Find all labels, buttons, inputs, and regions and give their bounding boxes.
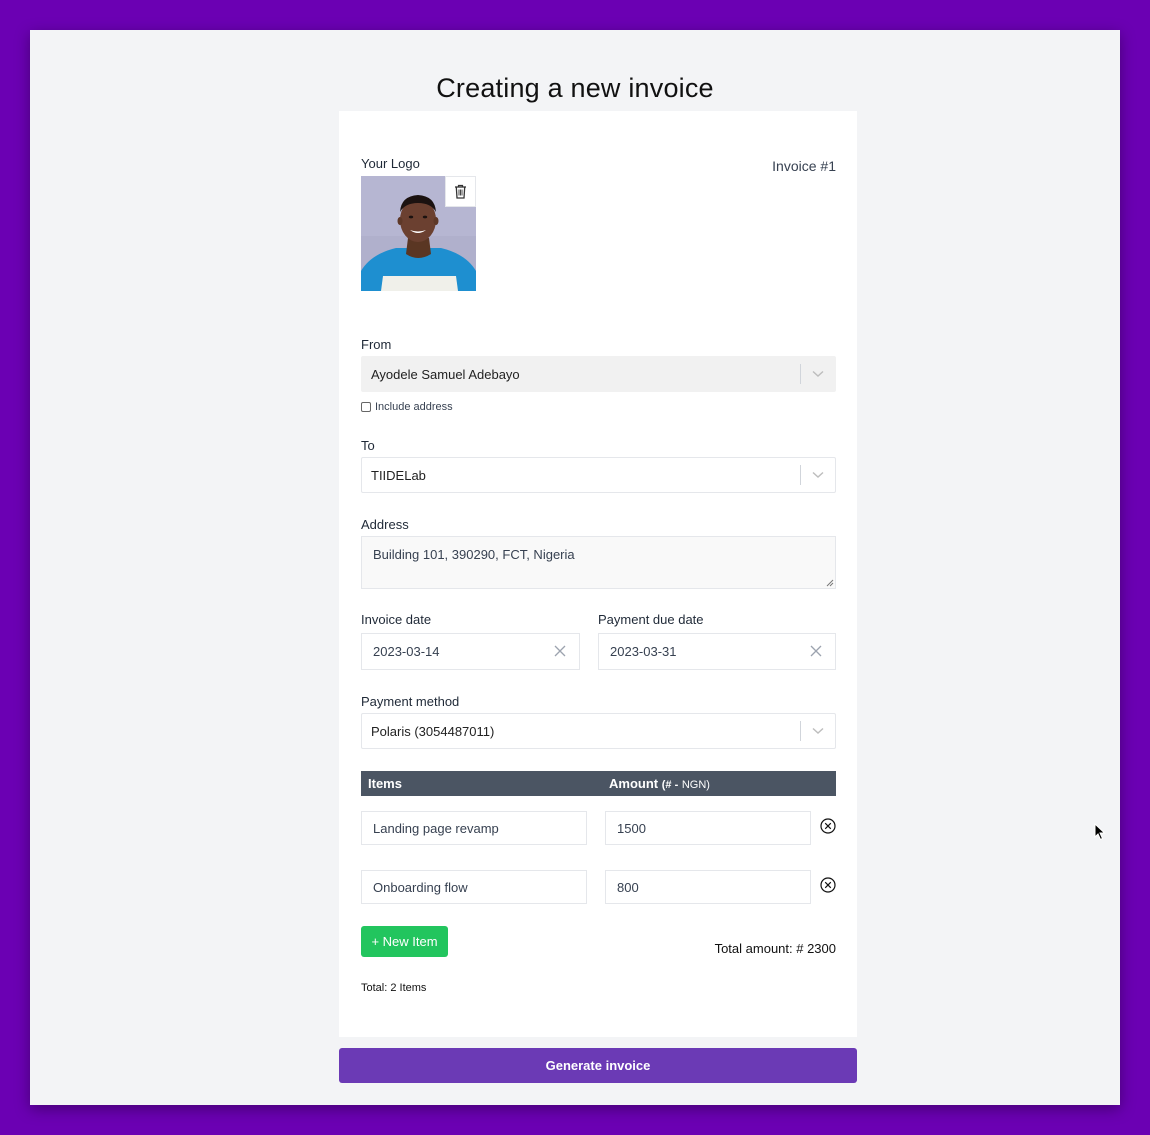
mouse-cursor-icon [1094, 823, 1106, 841]
item-name-input[interactable]: Landing page revamp [361, 811, 587, 845]
item-name-value: Onboarding flow [373, 879, 468, 895]
item-amount-input[interactable]: 800 [605, 870, 811, 904]
include-address-checkbox[interactable] [361, 402, 371, 412]
page: Creating a new invoice Your Logo Invoice… [30, 30, 1120, 1105]
payment-method-value: Polaris (3054487011) [371, 723, 495, 739]
amount-currency-symbol: (# - [661, 779, 679, 791]
to-select[interactable]: TIIDELab [361, 457, 836, 493]
logo-image[interactable] [361, 176, 476, 291]
total-amount: Total amount: # 2300 [714, 941, 836, 956]
from-select[interactable]: Ayodele Samuel Adebayo [361, 356, 836, 392]
chevron-down-icon[interactable] [801, 370, 835, 378]
address-value: Building 101, 390290, FCT, Nigeria [373, 547, 575, 562]
invoice-date-label: Invoice date [361, 612, 432, 627]
remove-item-icon[interactable] [820, 818, 836, 834]
due-date-label: Payment due date [598, 612, 704, 627]
remove-item-icon[interactable] [820, 877, 836, 893]
include-address-row[interactable]: Include address [361, 401, 453, 413]
page-title: Creating a new invoice [436, 73, 714, 103]
chevron-down-icon[interactable] [801, 727, 835, 735]
invoice-form-card: Your Logo Invoice #1 From Ayodele Samuel… [339, 111, 857, 1037]
clear-date-icon[interactable] [810, 645, 822, 657]
item-amount-value: 800 [617, 879, 639, 895]
item-name-input[interactable]: Onboarding flow [361, 870, 587, 904]
generate-invoice-button[interactable]: Generate invoice [339, 1048, 857, 1083]
items-column-header: Items [368, 776, 402, 791]
amount-currency-code: NGN) [681, 779, 710, 791]
invoice-number: Invoice #1 [772, 158, 836, 174]
trash-icon [455, 184, 466, 199]
due-date-input[interactable]: 2023-03-31 [598, 633, 836, 670]
include-address-label: Include address [375, 401, 453, 413]
item-name-value: Landing page revamp [373, 820, 499, 836]
amount-column-header: Amount (# - NGN) [609, 776, 710, 791]
item-amount-value: 1500 [617, 820, 646, 836]
chevron-down-icon[interactable] [801, 471, 835, 479]
total-items: Total: 2 Items [361, 982, 427, 994]
to-label: To [361, 438, 375, 453]
payment-method-select[interactable]: Polaris (3054487011) [361, 713, 836, 749]
address-label: Address [361, 517, 409, 532]
clear-date-icon[interactable] [554, 645, 566, 657]
delete-logo-button[interactable] [445, 176, 476, 207]
payment-method-label: Payment method [361, 694, 460, 709]
amount-column-label: Amount [609, 776, 659, 791]
due-date-value: 2023-03-31 [610, 644, 677, 659]
items-table-header: Items Amount (# - NGN) [361, 771, 836, 796]
resize-handle-icon[interactable] [826, 579, 834, 587]
new-item-button[interactable]: + New Item [361, 926, 448, 957]
from-label: From [361, 337, 392, 352]
invoice-date-value: 2023-03-14 [373, 644, 440, 659]
from-select-value: Ayodele Samuel Adebayo [371, 366, 520, 382]
address-textarea[interactable]: Building 101, 390290, FCT, Nigeria [361, 536, 836, 589]
to-select-value: TIIDELab [371, 467, 426, 483]
item-amount-input[interactable]: 1500 [605, 811, 811, 845]
logo-label: Your Logo [361, 156, 420, 171]
invoice-date-input[interactable]: 2023-03-14 [361, 633, 580, 670]
